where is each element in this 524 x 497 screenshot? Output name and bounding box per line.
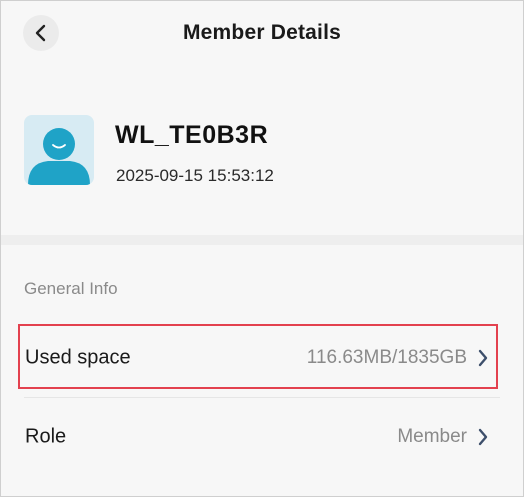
used-space-value: 116.63MB/1835GB xyxy=(306,347,467,368)
chevron-right-icon xyxy=(478,349,488,367)
section-title: General Info xyxy=(24,279,118,298)
username: WL_TE0B3R xyxy=(115,121,269,149)
chevron-right-icon xyxy=(478,428,488,446)
page-title: Member Details xyxy=(182,21,342,44)
profile-card: WL_TE0B3R 2025-09-15 15:53:12 xyxy=(1,67,523,235)
role-value: Member xyxy=(397,426,467,447)
section-divider xyxy=(1,235,523,245)
used-space-label: Used space xyxy=(25,346,131,369)
role-label: Role xyxy=(25,425,67,448)
created-timestamp: 2025-09-15 15:53:12 xyxy=(116,166,274,185)
used-space-row[interactable]: Used space 116.63MB/1835GB xyxy=(1,323,523,393)
general-info-section: General Info Used space 116.63MB/1835GB … xyxy=(1,245,523,496)
role-row[interactable]: Role Member xyxy=(1,402,523,472)
row-divider xyxy=(24,397,500,398)
member-details-screen: Member Details WL_TE0B3R 2025-09-15 15:5… xyxy=(0,0,524,497)
header-bar: Member Details xyxy=(1,1,523,67)
user-avatar-icon xyxy=(24,115,94,185)
